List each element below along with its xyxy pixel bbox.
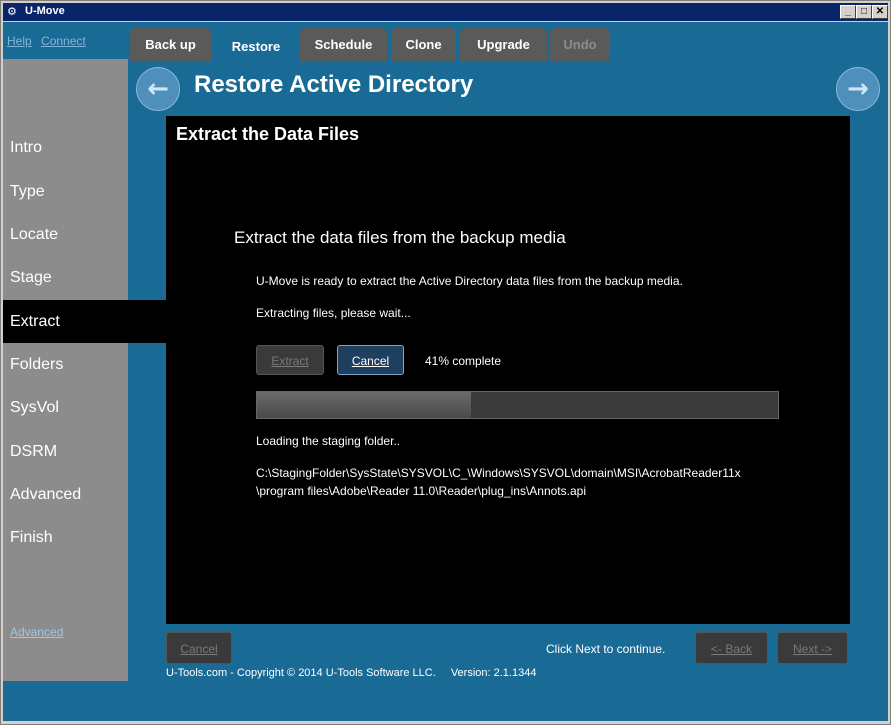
- footer: U-Tools.com - Copyright © 2014 U-Tools S…: [166, 667, 548, 679]
- tab-undo[interactable]: Undo: [550, 28, 610, 61]
- close-button[interactable]: ✕: [872, 5, 888, 19]
- extract-button-label: Extract: [271, 354, 309, 368]
- content-panel: Extract the Data Files Extract the data …: [166, 116, 850, 624]
- help-link[interactable]: Help: [7, 34, 32, 48]
- tab-schedule[interactable]: Schedule: [300, 28, 387, 61]
- back-button-label: <- Back: [710, 642, 752, 656]
- back-button[interactable]: <- Back: [695, 632, 768, 664]
- window-title: U-Move: [25, 5, 65, 17]
- percent-text: 41% complete: [425, 354, 502, 368]
- loading-text: Loading the staging folder..: [256, 434, 401, 448]
- hint-text: Click Next to continue.: [546, 642, 666, 656]
- sidebar-item-locate[interactable]: Locate: [3, 213, 166, 256]
- maximize-button[interactable]: □: [856, 5, 872, 19]
- sidebar-item-sysvol[interactable]: SysVol: [3, 386, 166, 429]
- panel-title: Extract the Data Files: [176, 124, 360, 144]
- top-links: Help Connect: [7, 34, 92, 48]
- title-bar: ⚙ U-Move _ □ ✕: [3, 3, 888, 21]
- progress-fill: [257, 392, 471, 418]
- path-line-2: \program files\Adobe\Reader 11.0\Reader\…: [256, 484, 586, 498]
- advanced-link[interactable]: Advanced: [10, 625, 63, 639]
- tab-clone[interactable]: Clone: [391, 28, 456, 61]
- copyright-text: U-Tools.com - Copyright © 2014 U-Tools S…: [166, 667, 436, 679]
- cancel-button[interactable]: Cancel: [337, 345, 404, 375]
- app-window: ⚙ U-Move _ □ ✕ Help Connect Back up Rest…: [0, 0, 891, 725]
- arrow-left-icon[interactable]: ←: [136, 67, 180, 111]
- version-text: Version: 2.1.1344: [450, 667, 537, 679]
- arrow-right-icon[interactable]: →: [836, 67, 880, 111]
- cancel-button-label: Cancel: [351, 354, 390, 368]
- tab-restore[interactable]: Restore: [215, 30, 297, 63]
- extract-button[interactable]: Extract: [256, 345, 324, 375]
- tab-backup[interactable]: Back up: [130, 28, 211, 61]
- sidebar-item-dsrm[interactable]: DSRM: [3, 430, 166, 473]
- tab-upgrade[interactable]: Upgrade: [460, 28, 547, 61]
- client-area: Help Connect Back up Restore Schedule Cl…: [3, 22, 888, 721]
- sidebar-item-extract[interactable]: Extract: [3, 300, 166, 343]
- ready-text: U-Move is ready to extract the Active Di…: [256, 274, 683, 288]
- next-button-label: Next ->: [792, 642, 832, 656]
- connect-link[interactable]: Connect: [41, 34, 86, 48]
- status-text: Extracting files, please wait...: [256, 306, 411, 320]
- page-title: Restore Active Directory: [194, 71, 474, 98]
- bottom-cancel-label: Cancel: [180, 642, 218, 656]
- minimize-button[interactable]: _: [840, 5, 856, 19]
- app-icon: ⚙: [7, 5, 17, 18]
- sub-heading: Extract the data files from the backup m…: [234, 228, 566, 247]
- sidebar-item-finish[interactable]: Finish: [3, 516, 166, 559]
- top-links-area: Help Connect: [3, 22, 128, 59]
- progress-bar: [256, 391, 779, 419]
- path-line-1: C:\StagingFolder\SysState\SYSVOL\C_\Wind…: [256, 466, 741, 480]
- sidebar-item-intro[interactable]: Intro: [3, 126, 166, 169]
- sidebar-item-advanced[interactable]: Advanced: [3, 473, 166, 516]
- next-button[interactable]: Next ->: [777, 632, 848, 664]
- sidebar-item-folders[interactable]: Folders: [3, 343, 166, 386]
- bottom-cancel-button[interactable]: Cancel: [166, 632, 232, 664]
- sidebar-item-type[interactable]: Type: [3, 170, 166, 213]
- sidebar-item-stage[interactable]: Stage: [3, 256, 166, 299]
